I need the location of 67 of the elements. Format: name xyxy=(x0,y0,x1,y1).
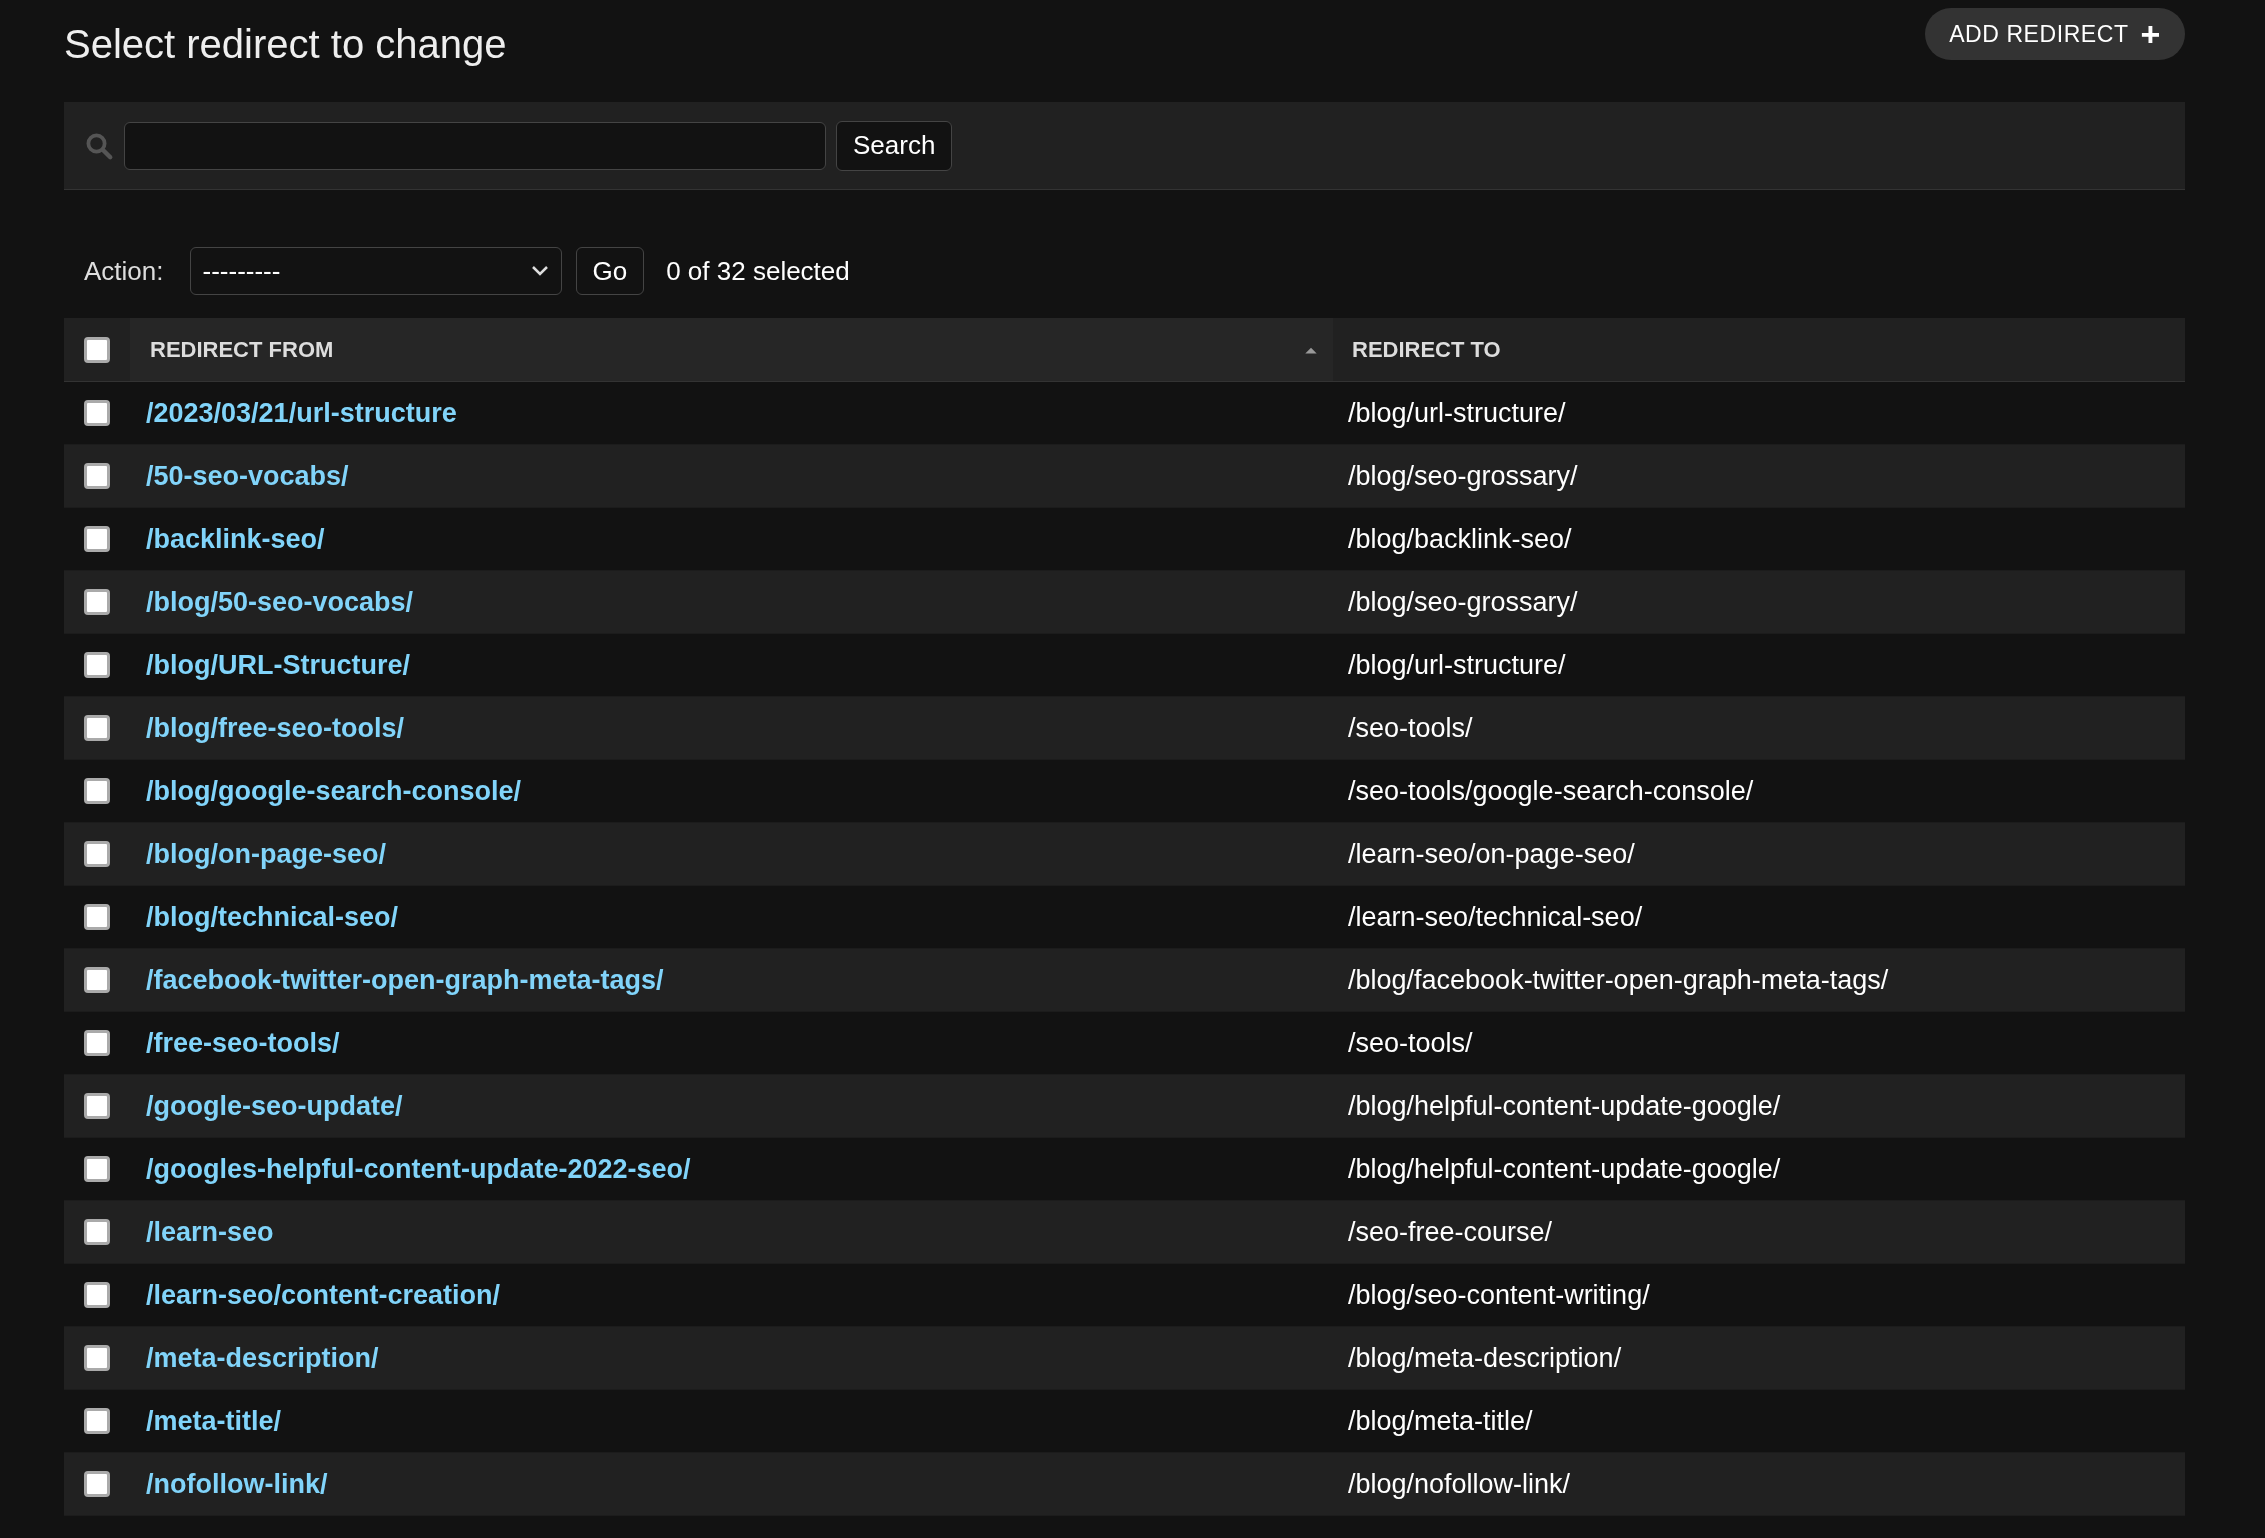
row-checkbox[interactable] xyxy=(84,1219,110,1245)
redirect-to-cell: /blog/seo-grossary/ xyxy=(1348,586,1578,617)
redirect-from-link[interactable]: /googles-helpful-content-update-2022-seo/ xyxy=(146,1153,691,1184)
redirect-from-link[interactable]: /free-seo-tools/ xyxy=(146,1027,340,1058)
row-checkbox[interactable] xyxy=(84,904,110,930)
redirect-from-link[interactable]: /2023/03/21/url-structure xyxy=(146,397,457,428)
redirect-from-link[interactable]: /blog/on-page-seo/ xyxy=(146,838,386,869)
action-select[interactable]: --------- xyxy=(189,247,562,295)
redirect-to-cell: /learn-seo/technical-seo/ xyxy=(1348,901,1643,932)
row-checkbox[interactable] xyxy=(84,967,110,993)
redirect-to-cell: /learn-seo/on-page-seo/ xyxy=(1348,838,1635,869)
row-checkbox[interactable] xyxy=(84,652,110,678)
redirect-from-link[interactable]: /nofollow-link/ xyxy=(146,1468,328,1499)
redirect-from-link[interactable]: /backlink-seo/ xyxy=(146,523,325,554)
row-checkbox[interactable] xyxy=(84,715,110,741)
row-checkbox[interactable] xyxy=(84,1471,110,1497)
redirect-to-cell: /blog/helpful-content-update-google/ xyxy=(1348,1153,1781,1184)
column-header[interactable]: REDIRECT FROM xyxy=(150,333,334,366)
redirect-to-cell: /seo-tools/google-search-console/ xyxy=(1348,775,1754,806)
redirect-from-link[interactable]: /learn-seo/content-creation/ xyxy=(146,1279,501,1310)
row-checkbox[interactable] xyxy=(84,526,110,552)
add-redirect-button[interactable]: ADD REDIRECT + xyxy=(1925,8,2185,60)
row-checkbox[interactable] xyxy=(84,1345,110,1371)
redirect-from-link[interactable]: /meta-description/ xyxy=(146,1342,379,1373)
page-title: Select redirect to change xyxy=(64,21,507,68)
search-button[interactable]: Search xyxy=(836,120,953,171)
redirect-from-link[interactable]: /blog/URL-Structure/ xyxy=(146,649,410,680)
select-all-checkbox[interactable] xyxy=(84,336,110,363)
redirect-to-cell: /seo-tools/ xyxy=(1348,1027,1473,1058)
redirect-to-cell: /seo-free-course/ xyxy=(1348,1216,1553,1247)
redirect-from-link[interactable]: /learn-seo xyxy=(146,1216,274,1247)
redirect-from-link[interactable]: /meta-title/ xyxy=(146,1405,282,1436)
row-checkbox[interactable] xyxy=(84,1282,110,1308)
redirect-from-link[interactable]: /google-seo-update/ xyxy=(146,1090,403,1121)
search-field[interactable] xyxy=(124,121,826,170)
redirect-to-cell: /blog/backlink-seo/ xyxy=(1348,523,1572,554)
row-checkbox[interactable] xyxy=(84,1030,110,1056)
plus-icon: + xyxy=(2140,17,2161,51)
redirect-from-link[interactable]: /blog/technical-seo/ xyxy=(146,901,399,932)
redirect-from-link[interactable]: /blog/free-seo-tools/ xyxy=(146,712,405,743)
row-checkbox[interactable] xyxy=(84,1156,110,1182)
redirect-from-link[interactable]: /facebook-twitter-open-graph-meta-tags/ xyxy=(146,964,664,995)
redirect-to-cell: /blog/nofollow-link/ xyxy=(1348,1468,1571,1499)
redirect-to-cell: /blog/seo-grossary/ xyxy=(1348,460,1578,491)
redirect-from-link[interactable]: /blog/google-search-console/ xyxy=(146,775,522,806)
go-button[interactable]: Go xyxy=(575,247,645,295)
action-label: Action: xyxy=(84,254,164,288)
redirect-from-link[interactable]: /blog/50-seo-vocabs/ xyxy=(146,586,414,617)
redirect-to-cell: /blog/meta-description/ xyxy=(1348,1342,1622,1373)
redirect-to-cell: /seo-tools/ xyxy=(1348,712,1473,743)
chevron-down-icon xyxy=(530,265,549,277)
redirect-to-cell: /blog/url-structure/ xyxy=(1348,397,1566,428)
redirect-to-cell: /blog/facebook-twitter-open-graph-meta-tags/ xyxy=(1348,964,1889,995)
row-checkbox[interactable] xyxy=(84,400,110,426)
row-checkbox[interactable] xyxy=(84,1408,110,1434)
redirect-to-cell: /blog/url-structure/ xyxy=(1348,649,1566,680)
row-checkbox[interactable] xyxy=(84,841,110,867)
row-checkbox[interactable] xyxy=(84,463,110,489)
redirect-to-cell: /blog/meta-title/ xyxy=(1348,1405,1533,1436)
selection-counter: 0 of 32 selected xyxy=(666,254,850,288)
column-header[interactable]: REDIRECT TO xyxy=(1352,333,1501,366)
redirect-to-cell: /blog/helpful-content-update-google/ xyxy=(1348,1090,1781,1121)
row-checkbox[interactable] xyxy=(84,778,110,804)
row-checkbox[interactable] xyxy=(84,589,110,615)
redirect-to-cell: /blog/seo-content-writing/ xyxy=(1348,1279,1650,1310)
redirect-from-link[interactable]: /50-seo-vocabs/ xyxy=(146,460,349,491)
row-checkbox[interactable] xyxy=(84,1093,110,1119)
